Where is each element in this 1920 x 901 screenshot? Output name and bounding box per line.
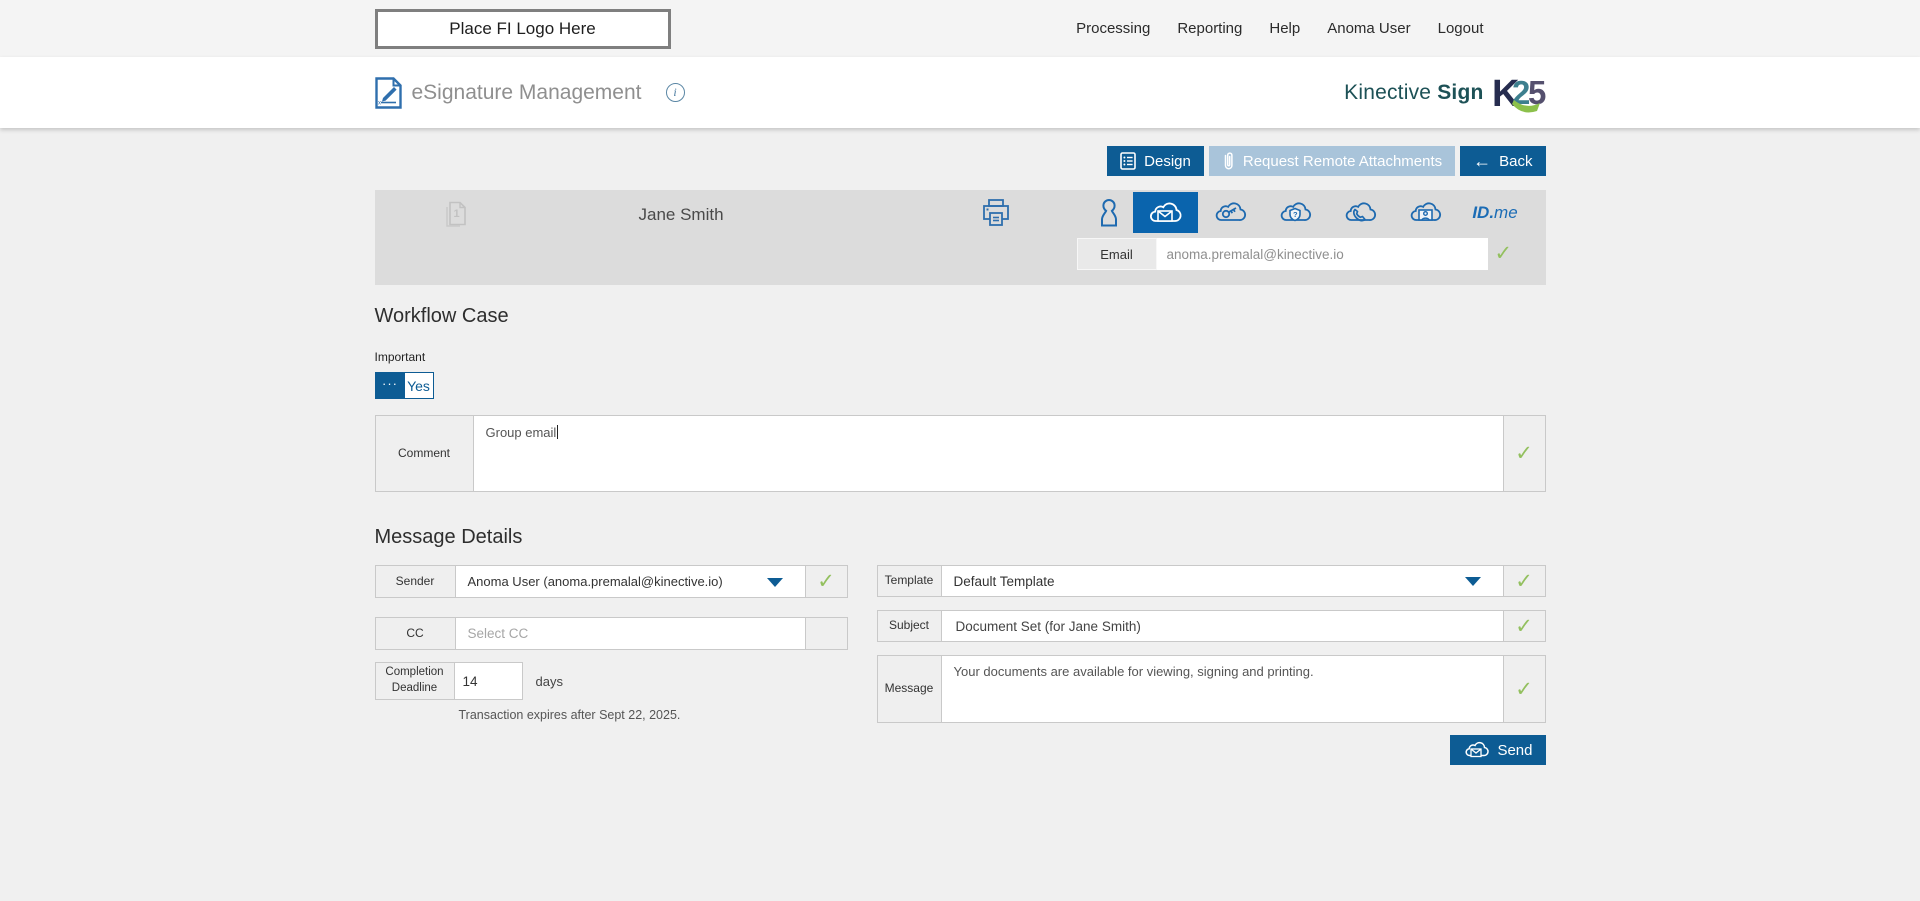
in-person-signing-icon[interactable] [1085,192,1133,233]
cc-row: CC [374,617,848,650]
template-row: Template Default Template ✓ [876,565,1546,597]
nav-logout[interactable]: Logout [1438,20,1484,37]
message-input[interactable]: Your documents are available for viewing… [941,656,1504,722]
workflow-case-heading: Workflow Case [374,305,509,327]
svg-text:x: x [378,100,381,106]
recipient-name: Jane Smith [638,205,724,224]
message-label: Message [878,656,942,722]
template-valid-check-icon: ✓ [1515,569,1533,593]
completion-deadline-input[interactable] [454,662,523,700]
message-valid-check-icon: ✓ [1515,677,1533,701]
access-key-icon[interactable] [1198,192,1263,233]
subject-valid-check-icon: ✓ [1515,614,1533,638]
page-title: eSignature Management [411,80,642,104]
print-button[interactable] [981,198,1011,228]
svg-text:1: 1 [453,208,459,220]
security-question-icon[interactable]: ? [1263,192,1328,233]
sender-dropdown[interactable]: Anoma User (anoma.premalal@kinective.io) [455,566,806,597]
printer-icon [981,198,1011,228]
template-dropdown[interactable]: Default Template [941,566,1504,596]
expiry-note: Transaction expires after Sept 22, 2025. [458,708,681,722]
cc-label: CC [376,618,456,649]
cc-input[interactable] [455,618,805,649]
info-icon[interactable]: i [665,83,685,102]
important-toggle[interactable]: ··· Yes [374,372,434,399]
nav-user-menu[interactable]: Anoma User [1327,20,1410,37]
back-arrow-icon: ← [1473,151,1492,171]
email-input[interactable] [1156,238,1488,270]
send-button[interactable]: Send [1450,735,1546,765]
design-form-icon [1120,152,1136,170]
app-header: x eSignature Management i Kinective Sign… [0,57,1920,128]
text-cursor [557,425,559,439]
completion-deadline-label: Completion Deadline [374,662,455,700]
request-remote-attachments-button[interactable]: Request Remote Attachments [1208,146,1456,176]
nav-reporting[interactable]: Reporting [1177,20,1242,37]
send-email-cloud-icon [1463,740,1490,760]
recipient-panel: 1 Jane Smith ? ID.me Email anoma.premala… [374,190,1546,285]
important-label: Important [374,350,426,364]
deadline-unit-label: days [535,673,563,689]
email-valid-check-icon: ✓ [1494,242,1513,265]
cc-check-slot [806,618,847,649]
comment-input[interactable]: Group email [473,416,1504,491]
nav-help[interactable]: Help [1269,20,1300,37]
comment-label: Comment [376,416,474,491]
template-label: Template [878,566,942,596]
document-count-icon: 1 [443,201,469,233]
top-nav: Processing Reporting Help Anoma User Log… [1076,0,1483,57]
back-button[interactable]: ← Back [1460,146,1546,176]
brand-name: Kinective Sign [1344,80,1484,104]
subject-input[interactable] [941,611,1503,641]
comment-row: Comment Group email ✓ [374,415,1546,492]
delivery-method-strip: ? ID.me [1085,192,1533,233]
video-id-icon[interactable] [1393,192,1458,233]
chevron-down-icon [1464,577,1481,586]
sender-valid-check-icon: ✓ [817,570,835,593]
toggle-value: Yes [407,377,430,394]
completion-deadline-row: Completion Deadline days [374,662,848,700]
esignature-document-icon: x [374,76,402,109]
phone-verification-icon[interactable] [1328,192,1393,233]
design-button[interactable]: Design [1107,146,1204,176]
brand-logo: Kinective Sign K 2 5 [1344,73,1545,113]
sender-row: Sender Anoma User (anoma.premalal@kinect… [374,565,848,598]
subject-row: Subject ✓ [876,610,1546,642]
sender-label: Sender [376,566,456,597]
svg-text:?: ? [1293,210,1298,219]
top-bar: Place FI Logo Here Processing Reporting … [0,0,1920,57]
chevron-down-icon [766,577,783,587]
subject-label: Subject [878,611,942,641]
comment-valid-check-icon: ✓ [1515,442,1533,465]
fi-logo-placeholder: Place FI Logo Here [374,9,671,49]
idme-verification-icon[interactable]: ID.me [1458,203,1533,223]
message-details-heading: Message Details [374,526,523,548]
toggle-handle-icon: ··· [375,373,405,398]
message-row: Message Your documents are available for… [876,655,1546,723]
kinective-k25-logo-icon: K 2 5 [1494,73,1546,113]
email-label: Email [1076,238,1157,270]
email-delivery-icon[interactable] [1132,192,1198,233]
paperclip-icon [1222,151,1235,172]
nav-processing[interactable]: Processing [1076,20,1150,37]
